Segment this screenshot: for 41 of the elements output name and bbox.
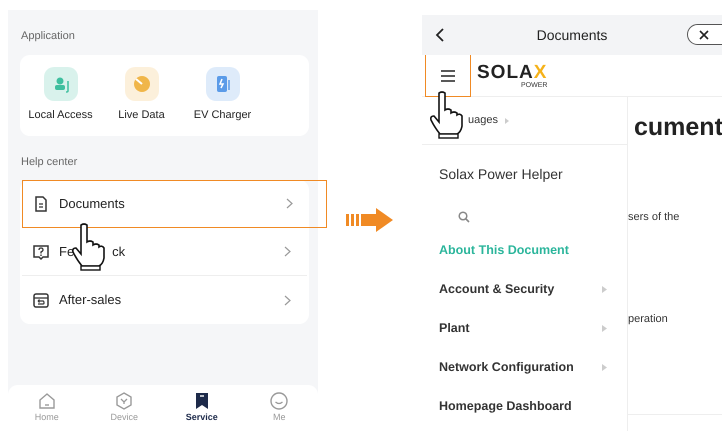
caret-icon: [504, 116, 510, 124]
chevron-icon: [284, 294, 291, 306]
search-icon[interactable]: [458, 210, 470, 223]
close-button[interactable]: [687, 24, 722, 45]
caret-icon: [602, 325, 607, 332]
charger-icon[interactable]: [206, 66, 240, 100]
menu-icon: [441, 70, 455, 82]
logo-text: SOLAX: [477, 62, 548, 82]
app-label[interactable]: Local Access: [28, 106, 93, 123]
home-icon: [36, 391, 57, 412]
hand-pointer-icon: [428, 90, 464, 139]
drawer-menu-item[interactable]: Network Configuration: [422, 348, 627, 387]
person-icon[interactable]: [44, 66, 78, 100]
help-row[interactable]: Documents: [22, 180, 327, 228]
hexagon-icon: [114, 391, 134, 412]
help-row[interactable]: After-sales: [22, 276, 307, 324]
arrow-icon: [346, 206, 394, 232]
caret-icon: [602, 286, 607, 293]
tab-bar-item[interactable]: Service: [163, 385, 240, 431]
row-label: Documents: [59, 194, 125, 213]
app-label[interactable]: EV Charger: [194, 106, 252, 123]
drawer-title: Solax Power Helper: [438, 165, 564, 184]
section-heading: Application: [21, 29, 76, 44]
drawer-menu-item[interactable]: Account & Security: [422, 270, 627, 309]
question-icon: [32, 242, 50, 260]
drawer-menu-item[interactable]: Homepage Dashboard: [422, 387, 627, 426]
chevron-icon: [284, 246, 291, 257]
section-heading: Help center: [21, 154, 78, 170]
return-icon: [32, 291, 50, 309]
document-text: peration: [628, 312, 668, 327]
app-label[interactable]: Live Data: [118, 106, 165, 123]
document-text: sers of the: [628, 210, 680, 225]
drawer-menu-item[interactable]: Plant: [422, 309, 627, 348]
row-label: After-sales: [59, 291, 122, 310]
gauge-icon[interactable]: [124, 66, 158, 100]
back-icon[interactable]: [435, 28, 445, 42]
screen-title: Documents: [536, 26, 608, 44]
caret-icon: [602, 364, 607, 371]
close-icon: [699, 30, 709, 40]
face-icon: [269, 391, 290, 412]
chevron-icon: [286, 198, 293, 209]
